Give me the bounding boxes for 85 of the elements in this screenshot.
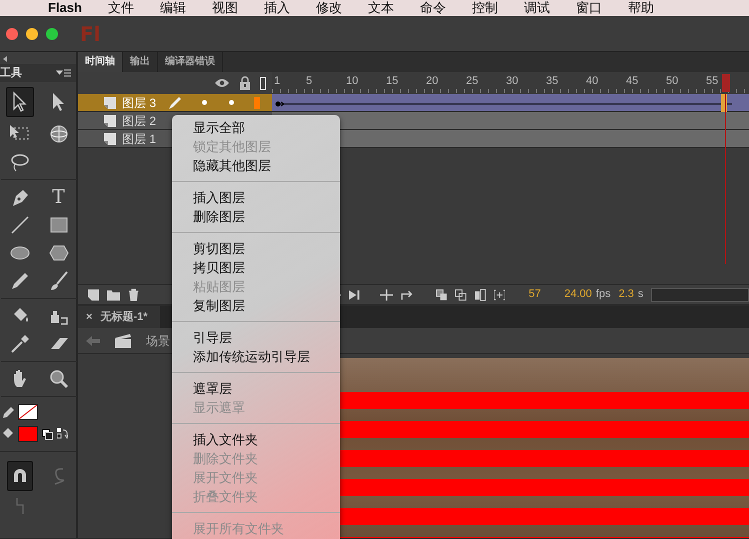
frame-number: 15	[385, 74, 400, 89]
layer-icon[interactable]	[104, 96, 116, 108]
edit-multiple-frames-icon[interactable]	[474, 288, 486, 300]
frame-number: 5	[305, 74, 314, 89]
panel-menu-icon[interactable]	[56, 68, 72, 78]
onion-skin-icon[interactable]	[436, 288, 448, 300]
time-unit: s	[638, 287, 644, 302]
close-icon[interactable]	[6, 28, 18, 40]
fps-unit: fps	[596, 287, 611, 302]
frame-rate[interactable]: 24.00	[564, 286, 592, 303]
outline-icon[interactable]	[260, 76, 266, 90]
lock-dot-icon[interactable]	[229, 100, 234, 105]
lock-icon[interactable]	[239, 76, 251, 90]
menu-item[interactable]: 隐藏其他图层	[172, 156, 340, 175]
layer-color-icon[interactable]	[254, 96, 260, 108]
frame-number: 35	[545, 74, 560, 89]
menu-item[interactable]: 文本	[368, 0, 394, 16]
swap-colors-icon[interactable]	[57, 428, 68, 440]
menu-item[interactable]: 视图	[212, 0, 238, 16]
menu-item[interactable]: 引导层	[172, 328, 340, 347]
layer-icon[interactable]	[104, 132, 116, 144]
menu-item[interactable]: 添加传统运动引导层	[172, 347, 340, 366]
menu-item[interactable]: 拷贝图层	[172, 258, 340, 277]
frame-number: 1	[273, 74, 282, 89]
menu-item[interactable]: 插入	[264, 0, 290, 16]
eyedropper-icon[interactable]	[8, 333, 30, 355]
elapsed-time[interactable]: 2.3	[618, 286, 634, 303]
menu-item[interactable]: 插入文件夹	[172, 430, 340, 449]
onion-markers-icon[interactable]	[494, 288, 506, 300]
loop-icon[interactable]	[401, 288, 414, 300]
folder-icon[interactable]	[107, 288, 120, 300]
trash-icon[interactable]	[128, 288, 140, 301]
frame-number: 30	[505, 74, 520, 89]
menu-item[interactable]: 遮罩层	[172, 379, 340, 398]
document-title: 无标题-1*	[100, 310, 148, 325]
new-layer-icon[interactable]	[88, 288, 100, 300]
maximize-icon[interactable]	[46, 28, 58, 40]
panel-tab[interactable]: 时间轴	[78, 52, 123, 72]
menu-item[interactable]: 文件	[108, 0, 134, 16]
menu-item[interactable]: 剪切图层	[172, 239, 340, 258]
current-frame[interactable]: 57	[528, 286, 541, 303]
menu-item[interactable]: 插入图层	[172, 188, 340, 207]
default-colors-icon[interactable]	[42, 428, 53, 440]
last-frame-icon[interactable]	[349, 290, 360, 300]
layer-name: 图层 3	[122, 94, 156, 112]
menu-item[interactable]: 调试	[524, 0, 550, 16]
frame-number: 20	[425, 74, 440, 89]
collapse-icon[interactable]	[2, 54, 8, 63]
frame-number: 55	[705, 74, 720, 89]
minimize-icon[interactable]	[26, 28, 38, 40]
clapperboard-icon[interactable]	[114, 332, 132, 348]
visibility-dot-icon[interactable]	[202, 100, 208, 105]
menu-item[interactable]: 命令	[420, 0, 446, 16]
frame-number: 45	[625, 74, 640, 89]
frame-number: 50	[665, 74, 680, 89]
app-logo: Fl	[80, 20, 101, 48]
stroke-color-swatch[interactable]	[18, 404, 38, 420]
document-tab[interactable]: × 无标题-1*	[78, 306, 160, 328]
center-frame-icon[interactable]	[380, 288, 394, 300]
frame-number: 40	[585, 74, 600, 89]
eye-icon[interactable]	[214, 78, 230, 88]
layer-name: 图层 1	[122, 130, 156, 148]
menu-item[interactable]: 删除图层	[172, 207, 340, 226]
layer-name: 图层 2	[122, 112, 156, 130]
scroll-bar[interactable]	[651, 288, 749, 302]
pencil-icon[interactable]	[2, 405, 14, 419]
line-icon[interactable]	[8, 214, 30, 236]
menu-item[interactable]: 复制图层	[172, 296, 340, 315]
layer-icon[interactable]	[104, 114, 116, 126]
frame-number: 25	[465, 74, 480, 89]
search-icon[interactable]	[48, 368, 70, 390]
close-icon[interactable]: ×	[86, 308, 92, 326]
menu-item[interactable]: Flash	[48, 0, 82, 16]
fill-color-swatch[interactable]	[18, 426, 38, 442]
onion-outline-icon[interactable]	[455, 288, 467, 300]
menu-item[interactable]: 编辑	[160, 0, 186, 16]
frame-number: 10	[345, 74, 360, 89]
menu-item[interactable]: 控制	[472, 0, 498, 16]
menu-item[interactable]: 帮助	[628, 0, 654, 16]
menu-item[interactable]: 修改	[316, 0, 342, 16]
text-tool[interactable]: T	[52, 186, 65, 208]
scene-label[interactable]: 场景	[146, 332, 170, 350]
panel-title: 工具	[0, 66, 22, 81]
menu-item[interactable]: 窗口	[576, 0, 602, 16]
sphere-icon[interactable]	[48, 123, 70, 145]
